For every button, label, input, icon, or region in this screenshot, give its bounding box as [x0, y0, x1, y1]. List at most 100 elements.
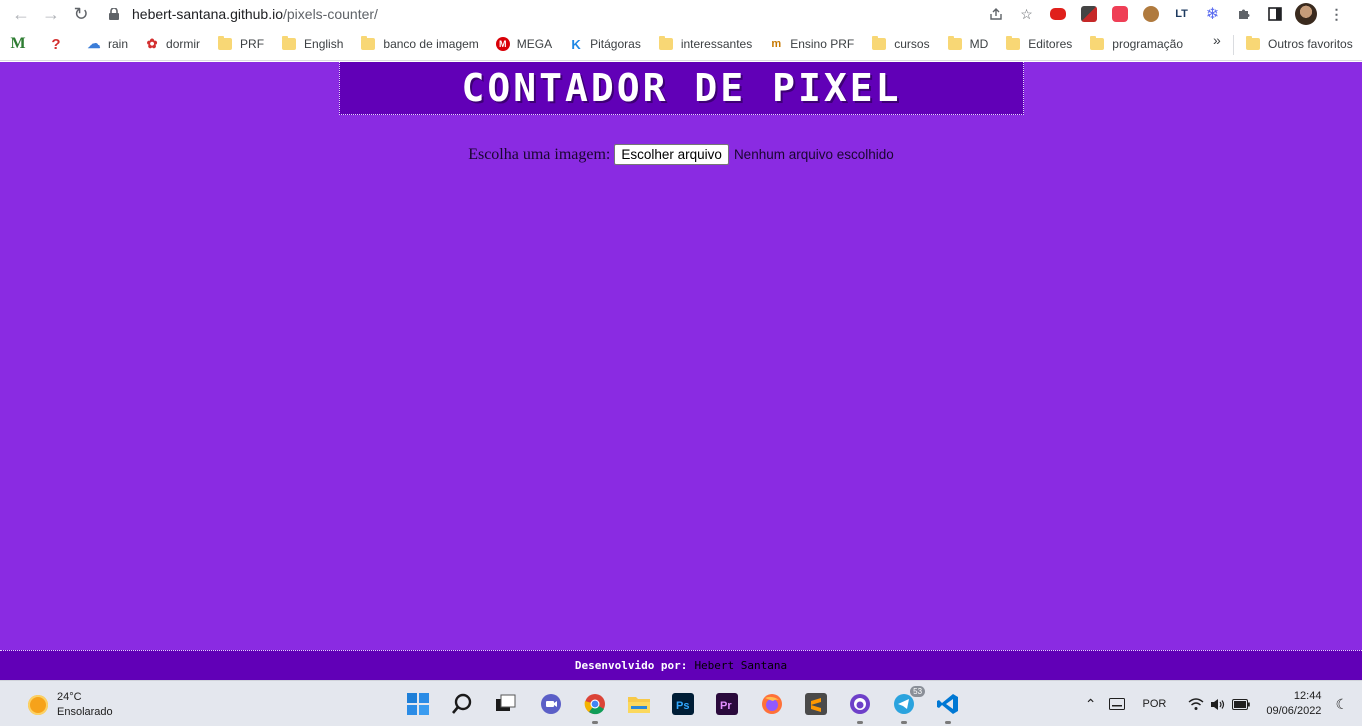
- volume-icon[interactable]: [1210, 698, 1226, 711]
- taskbar: 24°C Ensolarado Ps Pr 53 ⌃ POR 12:44 09/…: [0, 680, 1362, 726]
- bookmark-dormir[interactable]: ✿ dormir: [144, 32, 208, 56]
- clock[interactable]: 12:44 09/06/2022: [1266, 689, 1321, 719]
- windows-start-icon[interactable]: [403, 689, 433, 719]
- pocket-extension-icon[interactable]: [1104, 2, 1135, 26]
- bookmark-label: MD: [969, 37, 989, 51]
- bookmark-label: interessantes: [680, 37, 753, 51]
- forward-button[interactable]: →: [36, 2, 66, 26]
- bookmark-programacao[interactable]: programação: [1088, 32, 1191, 56]
- question-icon: ?: [51, 35, 61, 53]
- chevron-up-icon[interactable]: ⌃: [1085, 696, 1097, 713]
- task-view-icon[interactable]: [491, 689, 521, 719]
- url-path: /pixels-counter/: [283, 6, 378, 22]
- keyboard-icon[interactable]: [1108, 698, 1125, 710]
- bookmarks-bar: M ? ☁ rain ✿ dormir PRF English banco de i…: [0, 28, 1362, 61]
- bookmark-label: cursos: [894, 37, 930, 51]
- bookmark-banco-de-imagem[interactable]: banco de imagem: [359, 32, 486, 56]
- telegram-icon[interactable]: 53: [889, 686, 926, 724]
- premiere-icon[interactable]: Pr: [712, 689, 742, 719]
- other-favorites-label: Outros favoritos: [1268, 37, 1353, 51]
- svg-text:Pr: Pr: [720, 700, 732, 712]
- folder-icon: [947, 36, 962, 50]
- weather-widget[interactable]: 24°C Ensolarado: [28, 690, 113, 720]
- folder-icon: [282, 36, 297, 50]
- chrome-icon[interactable]: [580, 689, 610, 724]
- page-footer: Desenvolvido por: Hebert Santana: [0, 650, 1362, 680]
- mega-icon: M: [495, 36, 511, 52]
- kroton-icon: K: [571, 36, 581, 52]
- clock-date: 09/06/2022: [1266, 705, 1322, 717]
- profile-avatar[interactable]: [1290, 2, 1321, 26]
- languagetool-extension-icon[interactable]: LT: [1166, 2, 1197, 26]
- image-chooser: Escolha uma imagem: Escolher arquivo Nen…: [0, 144, 1362, 165]
- bookmark-prf[interactable]: PRF: [216, 32, 272, 56]
- chooser-label: Escolha uma imagem:: [468, 145, 611, 163]
- bookmark-label: Editores: [1028, 37, 1073, 51]
- bookmark-label: dormir: [166, 37, 201, 51]
- reload-button[interactable]: ↻: [66, 2, 96, 26]
- mendeley-icon: M: [10, 35, 26, 52]
- eyedropper-extension-icon[interactable]: [1073, 2, 1104, 26]
- bookmark-ensino-prf[interactable]: m Ensino PRF: [768, 32, 862, 56]
- bookmark-question[interactable]: ?: [48, 32, 78, 56]
- choose-file-button[interactable]: Escolher arquivo: [614, 144, 729, 165]
- lock-icon: [108, 7, 120, 21]
- youtube-extension-icon[interactable]: [1042, 2, 1073, 26]
- bookmark-mendeley[interactable]: M: [10, 32, 40, 56]
- ensino-icon: m: [771, 38, 782, 50]
- bookmark-cursos[interactable]: cursos: [870, 32, 937, 56]
- snowflake-extension-icon[interactable]: ❄: [1197, 2, 1228, 26]
- firefox-icon[interactable]: [757, 689, 787, 719]
- bookmark-interessantes[interactable]: interessantes: [657, 32, 760, 56]
- extensions-puzzle-icon[interactable]: [1228, 2, 1259, 26]
- file-status: Nenhum arquivo escolhido: [733, 147, 894, 162]
- battery-icon[interactable]: [1232, 698, 1251, 710]
- sun-icon: [28, 695, 48, 715]
- bookmark-english[interactable]: English: [280, 32, 351, 56]
- vscode-icon[interactable]: [933, 689, 963, 724]
- photoshop-icon[interactable]: Ps: [668, 689, 698, 719]
- bookmark-label: programação: [1112, 37, 1183, 51]
- github-desktop-icon[interactable]: [845, 689, 875, 724]
- footer-author: Hebert Santana: [694, 659, 788, 672]
- teams-chat-icon[interactable]: [536, 689, 566, 719]
- search-icon[interactable]: [447, 689, 477, 719]
- bookmark-label: Pitágoras: [590, 37, 641, 51]
- bookmark-rain[interactable]: ☁ rain: [86, 32, 136, 56]
- bookmark-md[interactable]: MD: [946, 32, 997, 56]
- bookmark-mega[interactable]: M MEGA: [495, 32, 560, 56]
- telegram-badge: 53: [910, 686, 926, 697]
- side-panel-icon[interactable]: [1259, 2, 1290, 26]
- folder-icon: [218, 36, 233, 50]
- bookmark-editores[interactable]: Editores: [1004, 32, 1080, 56]
- weather-desc: Ensolarado: [57, 706, 113, 718]
- notifications-moon-icon[interactable]: ☾: [1335, 696, 1348, 713]
- file-explorer-icon[interactable]: [624, 689, 654, 719]
- bookmark-star-icon[interactable]: ☆: [1011, 2, 1042, 26]
- other-favorites[interactable]: Outros favoritos: [1244, 32, 1353, 56]
- share-icon[interactable]: [980, 2, 1011, 26]
- taskbar-apps: Ps Pr 53: [403, 686, 977, 724]
- clock-time: 12:44: [1293, 690, 1322, 702]
- bookmark-label: Ensino PRF: [790, 37, 855, 51]
- folder-icon: [1006, 36, 1021, 50]
- wifi-icon[interactable]: [1188, 697, 1204, 711]
- page-title: CONTADOR DE PIXEL: [461, 66, 902, 110]
- sublime-icon[interactable]: [801, 689, 831, 719]
- bookmark-label: English: [304, 37, 344, 51]
- footer-label: Desenvolvido por:: [574, 659, 688, 672]
- menu-kebab-icon[interactable]: ⋮: [1321, 2, 1352, 26]
- cookie-extension-icon[interactable]: [1135, 2, 1166, 26]
- back-button[interactable]: ←: [6, 2, 36, 26]
- running-indicator: [901, 721, 908, 724]
- bookmarks-divider: [1233, 35, 1234, 55]
- address-bar[interactable]: hebert-santana.github.io/pixels-counter/: [108, 2, 378, 26]
- system-tray: ⌃ POR 12:44 09/06/2022 ☾: [1073, 689, 1348, 719]
- folder-icon: [1090, 36, 1105, 50]
- url-host: hebert-santana.github.io: [132, 6, 283, 22]
- bookmark-pitagoras[interactable]: K Pitágoras: [568, 32, 649, 56]
- language-indicator[interactable]: POR: [1143, 698, 1167, 710]
- bookmark-label: rain: [108, 37, 129, 51]
- more-bookmarks-button[interactable]: »: [1213, 32, 1221, 48]
- folder-icon: [658, 36, 673, 50]
